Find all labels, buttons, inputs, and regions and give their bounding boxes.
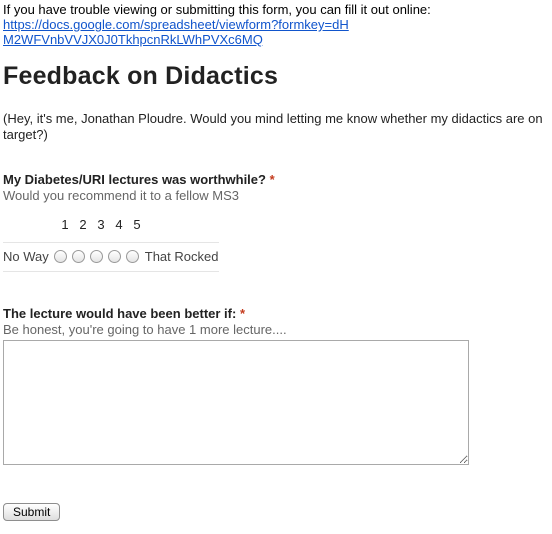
scale-high-label: That Rocked [144, 249, 219, 264]
page-title: Feedback on Didactics [3, 62, 279, 90]
scale-radio-3[interactable] [90, 250, 104, 263]
question-2-help: Be honest, you're going to have 1 more l… [3, 322, 287, 337]
question-1-help: Would you recommend it to a fellow MS3 [3, 188, 240, 203]
scale-divider-bottom [3, 271, 219, 272]
trouble-notice-text: If you have trouble viewing or submittin… [3, 2, 431, 17]
scale-row: No Way That Rocked [3, 249, 218, 264]
scale-radio-5[interactable] [126, 250, 140, 263]
submit-button[interactable]: Submit [3, 503, 61, 521]
online-form-link[interactable]: https://docs.google.com/spreadsheet/view… [3, 17, 353, 47]
scale-numbers: 12345 [56, 217, 146, 232]
question-2-title-text: The lecture would have been better if: [3, 306, 237, 321]
trouble-notice: If you have trouble viewing or submittin… [3, 2, 431, 47]
scale-number-2: 2 [79, 217, 87, 232]
scale-divider-top [3, 242, 219, 243]
scale-radio-2[interactable] [72, 250, 86, 263]
question-1-title-text: My Diabetes/URI lectures was worthwhile? [3, 172, 266, 187]
required-mark: * [239, 306, 246, 321]
scale-low-label: No Way [3, 249, 49, 264]
scale-radio-4[interactable] [108, 250, 122, 263]
scale-number-3: 3 [97, 217, 105, 232]
feedback-textarea[interactable] [3, 340, 469, 465]
question-1-title: My Diabetes/URI lectures was worthwhile?… [3, 172, 275, 187]
scale-radio-1[interactable] [54, 250, 68, 263]
form-description: (Hey, it's me, Jonathan Ploudre. Would y… [3, 111, 543, 142]
scale-number-4: 4 [115, 217, 123, 232]
scale-number-1: 1 [61, 217, 69, 232]
required-mark: * [269, 172, 275, 187]
scale-number-5: 5 [133, 217, 141, 232]
question-2-title: The lecture would have been better if: * [3, 306, 245, 321]
